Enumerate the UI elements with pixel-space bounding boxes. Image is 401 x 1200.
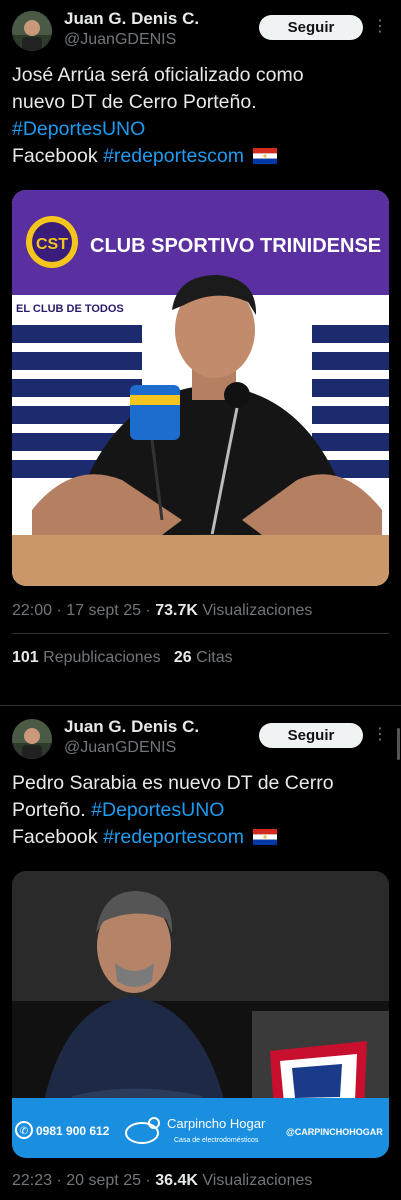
- paraguay-flag-icon: [253, 829, 278, 845]
- svg-text:CST: CST: [36, 236, 68, 253]
- hashtag-link[interactable]: #DeportesUNO: [91, 799, 224, 821]
- follow-button[interactable]: Seguir: [259, 15, 363, 40]
- facebook-label: Facebook: [12, 826, 98, 848]
- quotes-count[interactable]: 26: [174, 649, 192, 666]
- views-label: Visualizaciones: [202, 602, 313, 619]
- tweet-time: 22:23: [12, 1172, 53, 1189]
- tweet-text: Pedro Sarabia es nuevo DT de Cerro Porte…: [12, 770, 390, 851]
- ad-brand: Carpincho Hogar: [167, 1116, 266, 1131]
- author-name[interactable]: Juan G. Denis C.: [64, 717, 199, 737]
- tweet-photo[interactable]: ✆ 0981 900 612 Carpincho Hogar Casa de e…: [12, 871, 389, 1158]
- coach-photo: ✆ 0981 900 612 Carpincho Hogar Casa de e…: [12, 871, 389, 1158]
- tweet-time: 22:00: [12, 602, 53, 619]
- tweet-text-line: José Arrúa será oficializado como: [12, 64, 304, 86]
- ad-subtitle: Casa de electrodomésticos: [174, 1137, 259, 1144]
- hashtag-link[interactable]: #DeportesUNO: [12, 118, 145, 140]
- press-conference-photo: CST CLUB SPORTIVO TRINIDENSE EL CLUB DE …: [12, 190, 389, 586]
- tweet-1[interactable]: Juan G. Denis C. @JuanGDENIS Seguir ⋮ Jo…: [0, 0, 401, 700]
- tweet-photo[interactable]: CST CLUB SPORTIVO TRINIDENSE EL CLUB DE …: [12, 190, 389, 586]
- follow-button[interactable]: Seguir: [259, 723, 363, 748]
- tweet-text-line: Porteño.: [12, 799, 86, 821]
- reposts-count[interactable]: 101: [12, 649, 39, 666]
- hashtag-link[interactable]: #redeportescom: [103, 826, 244, 848]
- views-label: Visualizaciones: [202, 1172, 313, 1189]
- tweet-date: 20 sept 25: [66, 1172, 141, 1189]
- tweet-stats: 101 Republicaciones 26 Citas: [12, 649, 233, 667]
- tweet-timestamp[interactable]: 22:23 · 20 sept 25 · 36.4K Visualizacion…: [12, 1172, 312, 1190]
- more-icon[interactable]: ⋮: [372, 16, 388, 38]
- author-handle[interactable]: @JuanGDENIS: [64, 31, 176, 49]
- tweet-timestamp[interactable]: 22:00 · 17 sept 25 · 73.7K Visualizacion…: [12, 602, 312, 620]
- hashtag-link[interactable]: #redeportescom: [103, 145, 244, 167]
- tweet-2[interactable]: Juan G. Denis C. @JuanGDENIS Seguir ⋮ Pe…: [0, 708, 401, 1200]
- board-text: EL CLUB DE TODOS: [16, 303, 124, 315]
- svg-text:✆: ✆: [20, 1126, 28, 1137]
- banner-text: CLUB SPORTIVO TRINIDENSE: [90, 235, 381, 257]
- tweet-text: José Arrúa será oficializado como nuevo …: [12, 62, 390, 170]
- avatar[interactable]: [12, 11, 52, 51]
- ad-handle: @CARPINCHOHOGAR: [286, 1127, 383, 1137]
- avatar[interactable]: [12, 719, 52, 759]
- paraguay-flag-icon: [253, 148, 278, 164]
- tweet-text-line: Pedro Sarabia es nuevo DT de Cerro: [12, 772, 334, 794]
- reposts-label[interactable]: Republicaciones: [43, 649, 160, 666]
- tweet-separator: [0, 705, 401, 706]
- views-count: 73.7K: [155, 602, 198, 619]
- author-name[interactable]: Juan G. Denis C.: [64, 9, 199, 29]
- tweet-date: 17 sept 25: [66, 602, 141, 619]
- facebook-label: Facebook: [12, 145, 98, 167]
- quotes-label[interactable]: Citas: [196, 649, 232, 666]
- views-count: 36.4K: [155, 1172, 198, 1189]
- divider: [12, 633, 389, 634]
- tweet-text-line: nuevo DT de Cerro Porteño.: [12, 91, 257, 113]
- ad-phone: 0981 900 612: [36, 1124, 110, 1138]
- more-icon[interactable]: ⋮: [372, 724, 388, 746]
- author-handle[interactable]: @JuanGDENIS: [64, 739, 176, 757]
